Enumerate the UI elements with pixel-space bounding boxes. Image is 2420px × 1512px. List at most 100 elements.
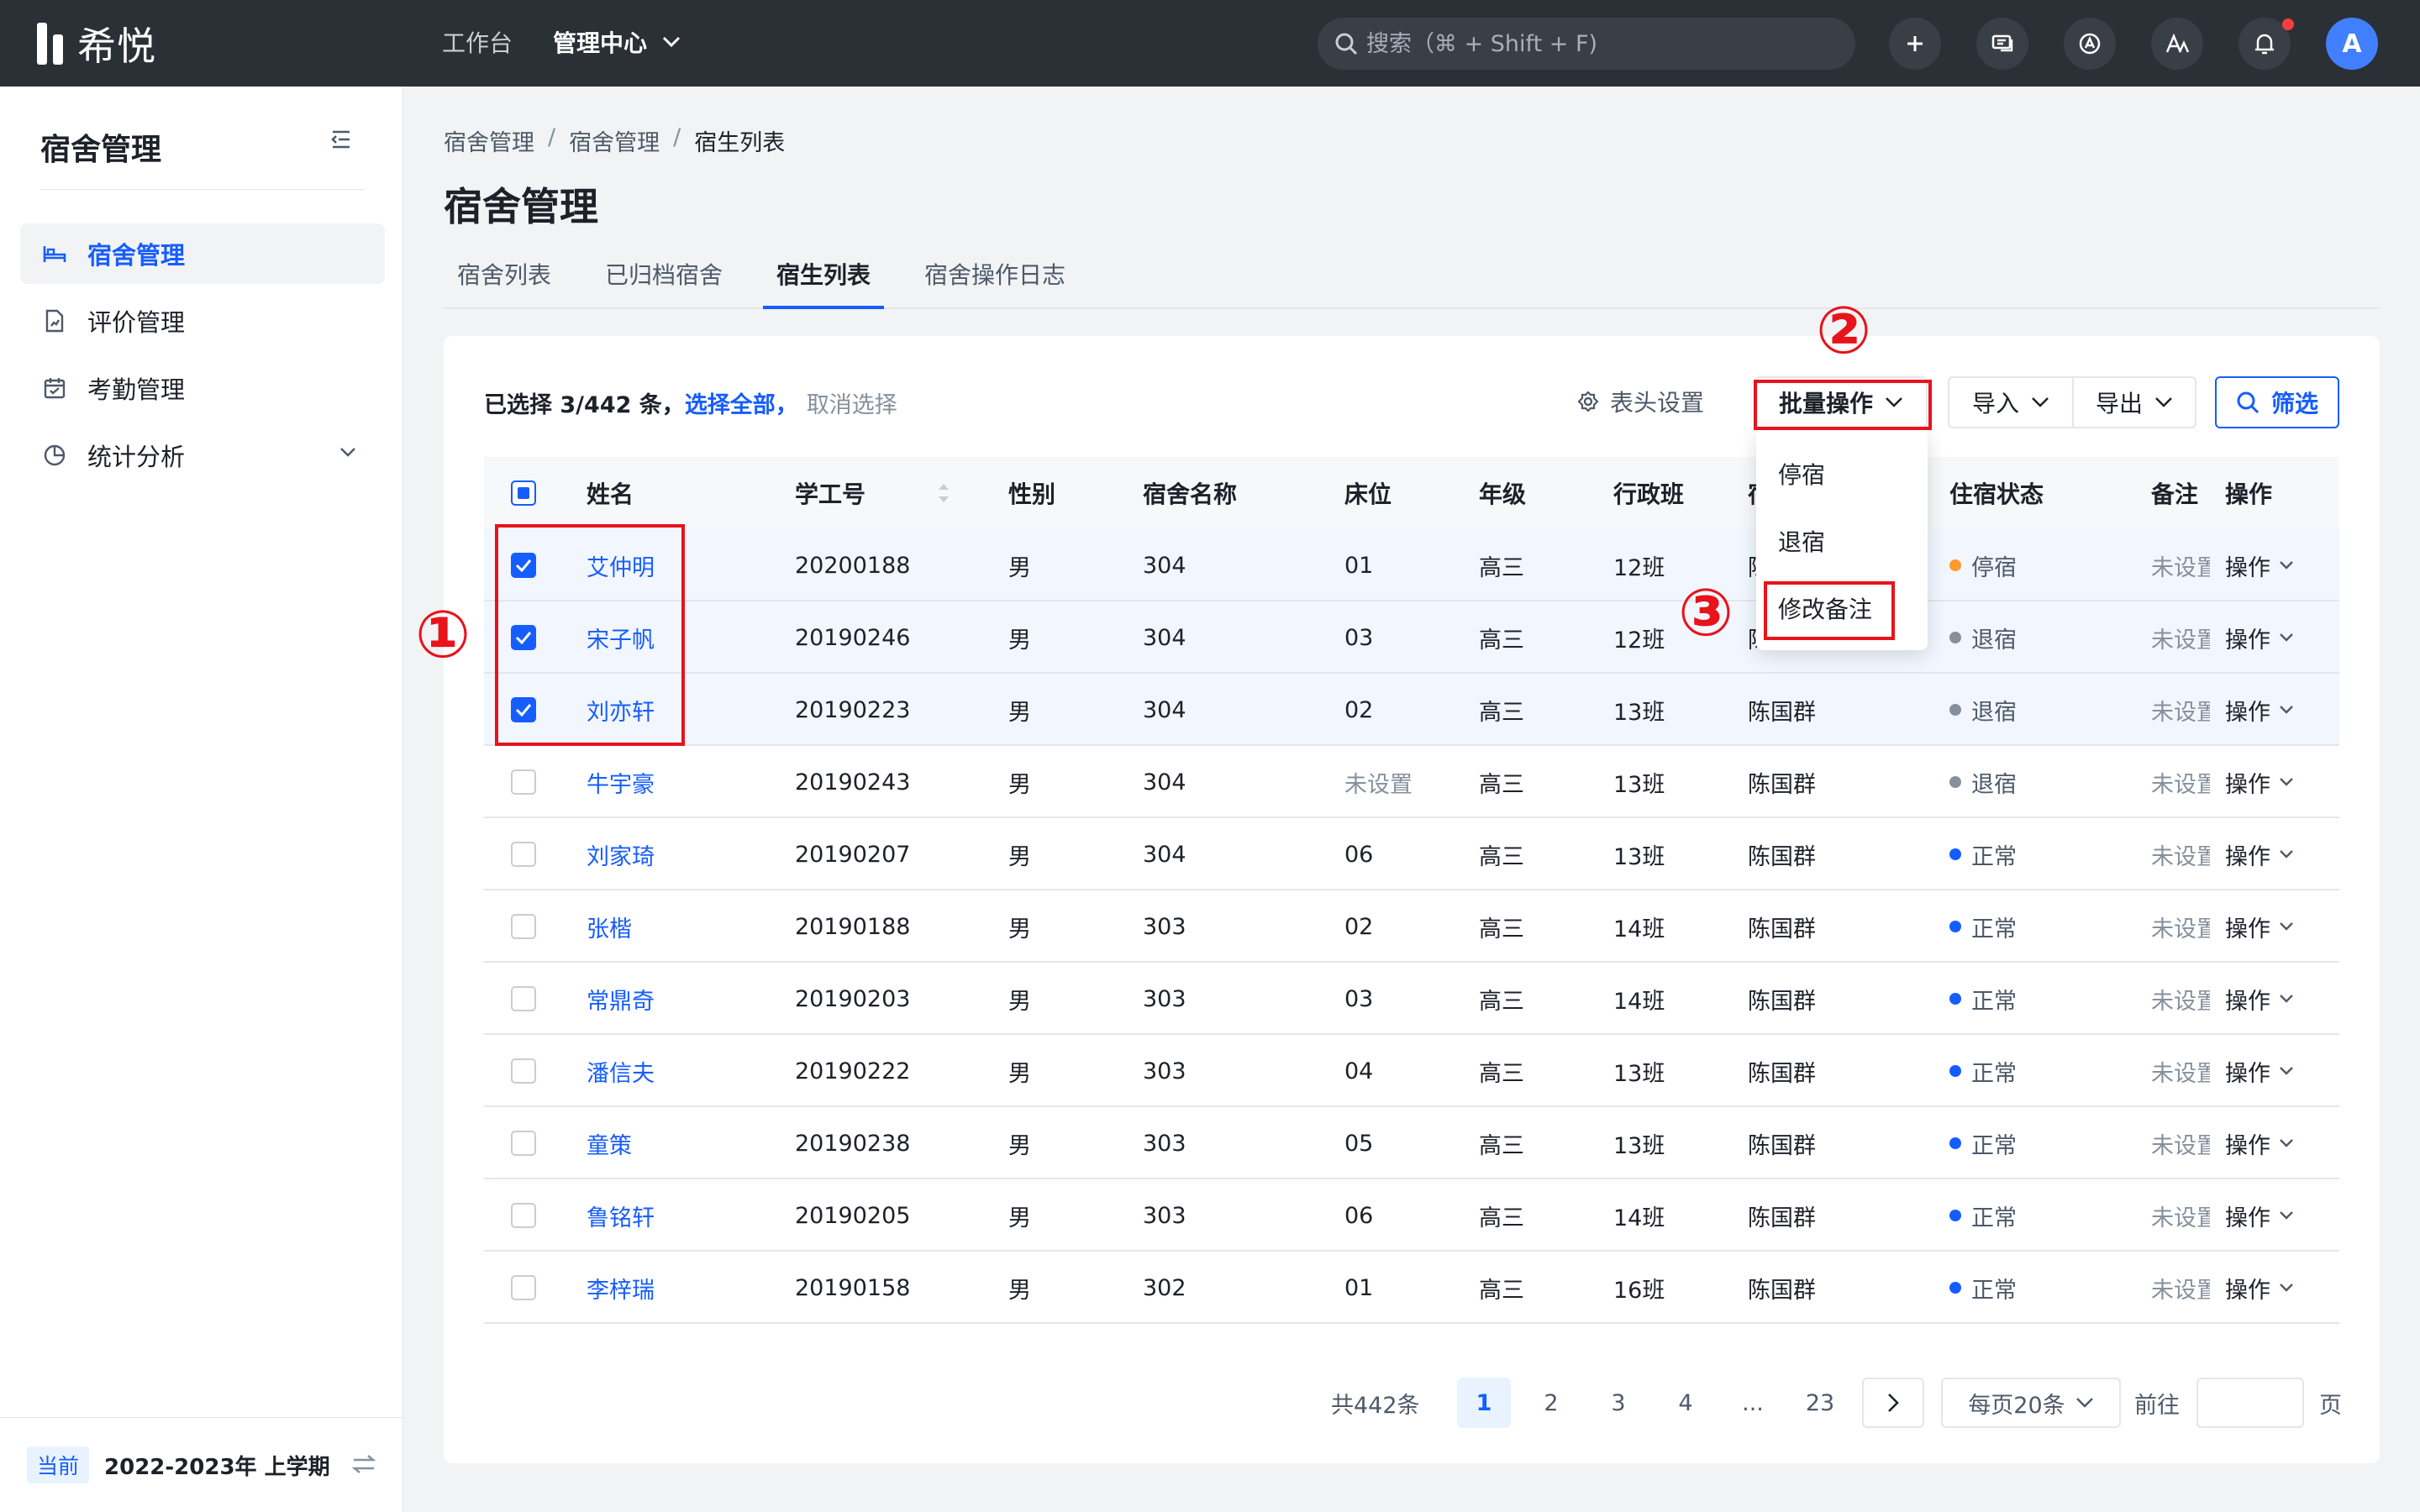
status-dot [1949, 1210, 1961, 1221]
row-checkbox[interactable] [511, 553, 536, 578]
menu-item-edit-note[interactable]: 修改备注 [1756, 575, 1928, 642]
nav-workbench[interactable]: 工作台 [442, 25, 513, 59]
dorm-name-cell: 304 [1143, 624, 1186, 651]
admin-class-cell: 13班 [1613, 699, 1665, 726]
row-operation-dropdown[interactable]: 操作 [2225, 601, 2294, 674]
term-selector[interactable]: 当前 2022-2023年 上学期 [0, 1417, 403, 1512]
row-operation-dropdown[interactable]: 操作 [2225, 1252, 2294, 1324]
resident-name-link[interactable]: 艾仲明 [587, 529, 655, 601]
row-checkbox[interactable] [511, 986, 536, 1011]
breadcrumb-item[interactable]: 宿舍管理 [444, 124, 534, 157]
sidebar-item-evaluation[interactable]: 评价管理 [20, 291, 385, 351]
sidebar-item-statistics[interactable]: 统计分析 [20, 425, 385, 486]
tab-dorm-list[interactable]: 宿舍列表 [457, 254, 551, 309]
table-row[interactable]: 鲁铭轩 20190205 男 303 06 高三 14班 陈国群 未设置 正常 操作 [484, 1179, 2339, 1252]
grade-cell: 高三 [1479, 843, 1524, 870]
row-checkbox[interactable] [511, 914, 536, 939]
chevron-down-icon [2280, 1067, 2293, 1075]
resident-name-link[interactable]: 鲁铭轩 [587, 1179, 655, 1252]
tab-archived-dorms[interactable]: 已归档宿舍 [605, 254, 723, 309]
row-operation-dropdown[interactable]: 操作 [2225, 1035, 2294, 1107]
column-settings-button[interactable]: 表头设置 [1576, 385, 1704, 418]
grade-cell: 高三 [1479, 1060, 1524, 1087]
import-button[interactable]: 导入 [1948, 376, 2074, 428]
select-all-link[interactable]: 选择全部， [685, 386, 798, 419]
nav-admin-center[interactable]: 管理中心 [553, 25, 681, 59]
cancel-selection-link[interactable]: 取消选择 [807, 386, 897, 419]
row-operation-dropdown[interactable]: 操作 [2225, 963, 2294, 1035]
row-operation-dropdown[interactable]: 操作 [2225, 674, 2294, 746]
sort-icon[interactable] [936, 480, 951, 506]
page-3-button[interactable]: 3 [1591, 1378, 1645, 1428]
sidebar-item-dorm-management[interactable]: 宿舍管理 [20, 223, 385, 284]
row-operation-dropdown[interactable]: 操作 [2225, 818, 2294, 890]
row-checkbox[interactable] [511, 769, 536, 795]
table-row[interactable]: 刘家琦 20190207 男 304 06 高三 13班 陈国群 未设置 正常 操作 [484, 818, 2339, 890]
next-page-button[interactable] [1862, 1378, 1924, 1428]
page-4-button[interactable]: 4 [1659, 1378, 1712, 1428]
page-size-select[interactable]: 每页20条 [1941, 1378, 2121, 1428]
page-2-button[interactable]: 2 [1524, 1378, 1578, 1428]
filter-button[interactable]: 筛选 [2215, 376, 2339, 428]
row-operation-dropdown[interactable]: 操作 [2225, 1107, 2294, 1179]
tab-dorm-operation-log[interactable]: 宿舍操作日志 [924, 254, 1065, 309]
table-row[interactable]: 常鼎奇 20190203 男 303 03 高三 14班 陈国群 未设置 正常 操作 [484, 963, 2339, 1035]
tab-resident-list[interactable]: 宿生列表 [763, 254, 885, 309]
user-avatar[interactable]: A [2326, 18, 2378, 70]
table-row[interactable]: 张楷 20190188 男 303 02 高三 14班 陈国群 未设置 正常 操作 [484, 890, 2339, 963]
row-operation-dropdown[interactable]: 操作 [2225, 890, 2294, 963]
translate-button[interactable] [2151, 18, 2203, 70]
row-operation-dropdown[interactable]: 操作 [2225, 746, 2294, 818]
breadcrumb-separator: / [548, 124, 556, 150]
page-23-button[interactable]: 23 [1793, 1378, 1847, 1428]
dorm-supervisor-cell: 陈国群 [1748, 843, 1816, 870]
resident-name-link[interactable]: 常鼎奇 [587, 963, 655, 1035]
table-row[interactable]: 李梓瑞 20190158 男 302 01 高三 16班 陈国群 未设置 正常 操作 [484, 1252, 2339, 1324]
table-row[interactable]: 宋子帆20190246男30403高三12班陈国群未设置退宿操作 [484, 601, 2339, 674]
resident-name-link[interactable]: 李梓瑞 [587, 1252, 655, 1324]
table-row[interactable]: 刘亦轩 20190223 男 304 02 高三 13班 陈国群 未设置 退宿 操作 [484, 674, 2339, 746]
switch-arrows-icon[interactable] [351, 1453, 376, 1475]
add-button[interactable] [1889, 18, 1941, 70]
page-1-button[interactable]: 1 [1457, 1378, 1511, 1428]
collapse-sidebar-button[interactable] [329, 129, 353, 154]
select-all-checkbox[interactable] [511, 480, 536, 506]
row-checkbox[interactable] [511, 625, 536, 650]
resident-name-link[interactable]: 童策 [587, 1107, 632, 1179]
row-checkbox[interactable] [511, 842, 536, 867]
row-checkbox[interactable] [511, 1275, 536, 1300]
search-input[interactable] [1366, 30, 1820, 57]
message-button[interactable] [1976, 18, 2028, 70]
row-operation-dropdown[interactable]: 操作 [2225, 1179, 2294, 1252]
resident-name-link[interactable]: 刘亦轩 [587, 674, 655, 746]
row-checkbox[interactable] [511, 1131, 536, 1156]
page-ellipsis[interactable]: ... [1726, 1378, 1780, 1428]
row-checkbox[interactable] [511, 1203, 536, 1228]
resident-name-link[interactable]: 牛宇豪 [587, 746, 655, 818]
table-row[interactable]: 童策 20190238 男 303 05 高三 13班 陈国群 未设置 正常 操作 [484, 1107, 2339, 1179]
resident-name-link[interactable]: 张楷 [587, 890, 632, 963]
row-checkbox[interactable] [511, 697, 536, 722]
table-row[interactable]: 牛宇豪 20190243 男 304 未设置 高三 13班 陈国群 未设置 退宿 操作 [484, 746, 2339, 818]
row-operation-dropdown[interactable]: 操作 [2225, 529, 2294, 601]
resident-name-link[interactable]: 宋子帆 [587, 601, 655, 674]
header-student-id[interactable]: 学工号 [795, 457, 865, 529]
status-badge: 退宿 [1949, 674, 2017, 746]
resident-name-link[interactable]: 刘家琦 [587, 818, 655, 890]
batch-operation-button[interactable]: 批量操作 [1754, 376, 1928, 428]
sidebar-item-attendance[interactable]: 考勤管理 [20, 358, 385, 418]
global-search[interactable] [1318, 18, 1855, 70]
operation-label: 操作 [2225, 916, 2270, 942]
export-button[interactable]: 导出 [2072, 376, 2196, 428]
row-checkbox[interactable] [511, 1058, 536, 1084]
table-row[interactable]: 艾仲明20200188男30401高三12班陈国群未设置停宿操作 [484, 529, 2339, 601]
resident-name-link[interactable]: 潘信夫 [587, 1035, 655, 1107]
app-center-button[interactable] [2064, 18, 2116, 70]
table-row[interactable]: 潘信夫 20190222 男 303 04 高三 13班 陈国群 未设置 正常 操作 [484, 1035, 2339, 1107]
goto-page-input[interactable] [2196, 1378, 2304, 1428]
menu-item-check-out[interactable]: 退宿 [1756, 507, 1928, 575]
menu-item-suspend-residence[interactable]: 停宿 [1756, 440, 1928, 507]
header-dorm-name: 宿舍名称 [1143, 480, 1238, 508]
app-logo[interactable]: 希悦 [37, 18, 156, 69]
breadcrumb-item[interactable]: 宿舍管理 [569, 124, 660, 157]
